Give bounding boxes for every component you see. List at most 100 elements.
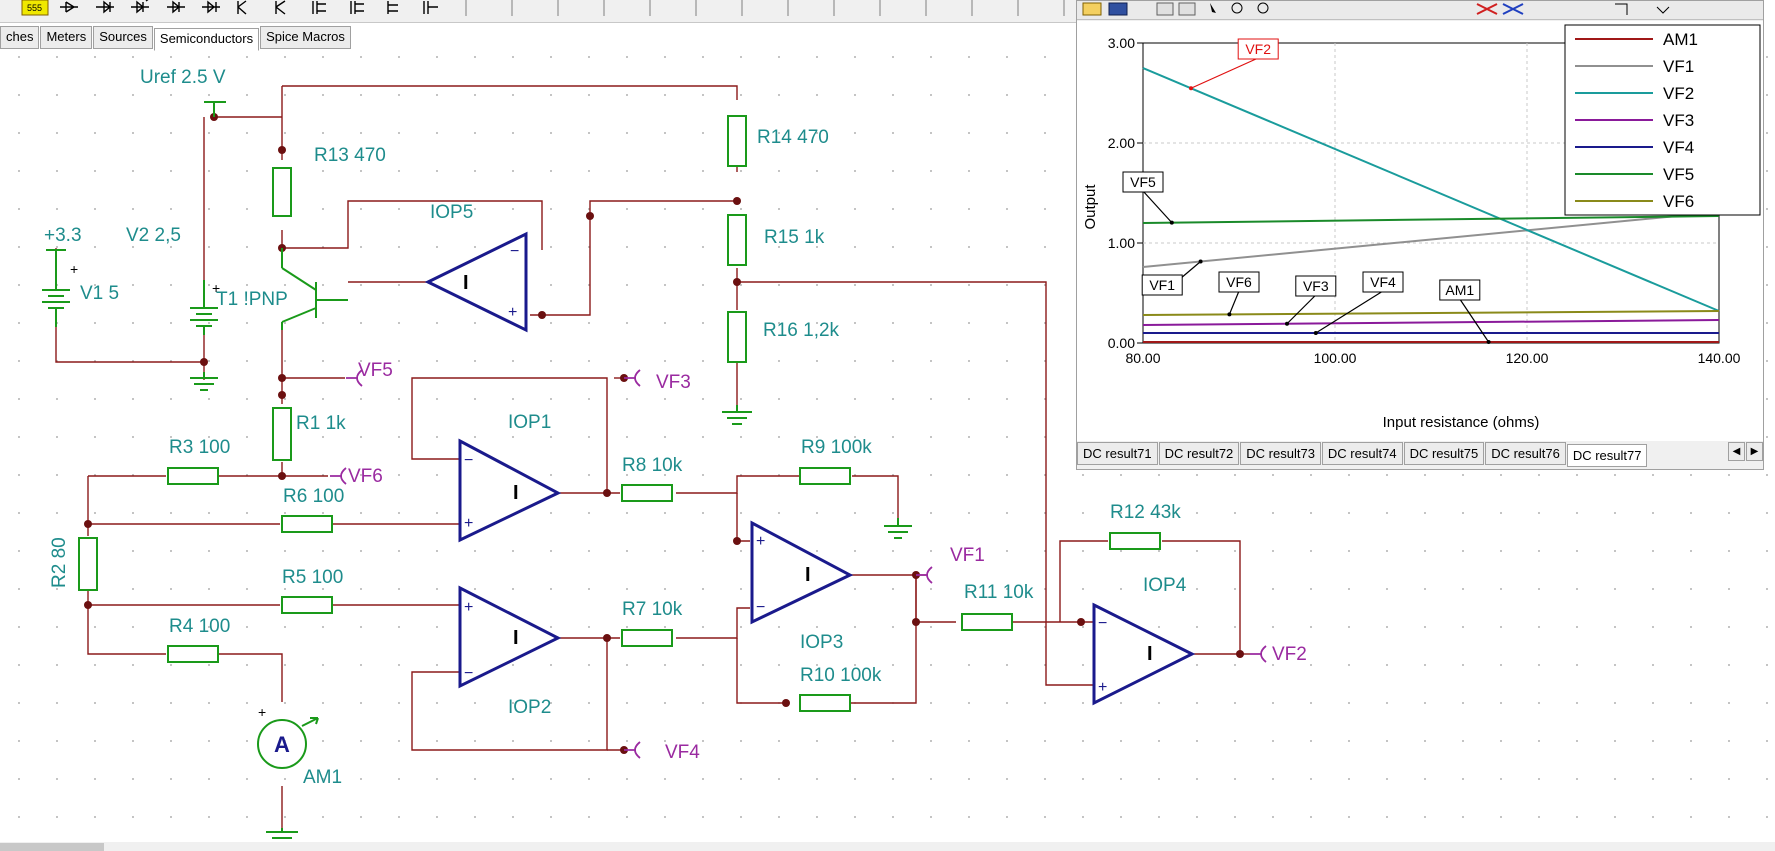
label-iop5: IOP5 [430,202,473,223]
horizontal-scrollbar[interactable] [0,842,1775,851]
x-tick-label: 120.00 [1506,350,1549,366]
cursor-a-icon[interactable] [1476,3,1498,15]
label-r5: R5 100 [282,567,343,588]
scroll-left-icon[interactable] [1615,3,1628,15]
label-am1: AM1 [303,767,342,788]
label-r4: R4 100 [169,616,230,637]
resistor-r11[interactable] [961,613,1013,631]
svg-text:I: I [1147,643,1153,665]
annotation-arrowhead [1198,259,1203,264]
resistor-r5[interactable] [281,596,333,614]
svg-text:+: + [1098,679,1107,696]
plot-panel: 80.00 100.00 120.00 140.00 0.00 1.00 2.00 3.00 … [1077,21,1763,441]
label-iop2: IOP2 [508,697,551,718]
annotation-label-vf4: VF4 [1370,274,1396,290]
resistor-r6[interactable] [281,515,333,533]
label-r12: R12 43k [1110,502,1181,523]
annotation-arrowhead [1313,331,1318,335]
tab-prev-button[interactable]: ◀ [1728,442,1745,461]
zoom-in-icon[interactable] [1231,2,1243,14]
label-r13: R13 470 [314,145,386,166]
paste-icon[interactable] [1178,2,1196,16]
legend-label: VF1 [1663,57,1694,76]
diagram-graph-window[interactable]: 80.00 100.00 120.00 140.00 0.00 1.00 2.00 3.00 … [1076,0,1764,470]
series-line-vf3 [1142,319,1720,326]
net-label-vf3: VF3 [656,372,691,393]
pointer-icon[interactable] [1210,3,1216,13]
resistor-r3[interactable] [167,467,219,485]
label-r7: R7 10k [622,599,683,620]
tab-dc-result72[interactable]: DC result72 [1158,442,1240,465]
zoom-out-icon[interactable] [1257,2,1269,14]
tab-dc-result76[interactable]: DC result76 [1485,442,1566,465]
annotation-leader [1315,290,1384,334]
net-label-vf1: VF1 [950,545,985,566]
label-r14: R14 470 [757,127,829,148]
svg-text:+: + [464,599,473,616]
label-r6: R6 100 [283,486,344,507]
resistor-r7[interactable] [621,629,673,647]
label-uref: Uref 2.5 V [140,67,226,88]
label-v2: V2 2,5 [126,225,181,246]
resistor-r12[interactable] [1109,532,1161,550]
copy-icon[interactable] [1156,2,1174,16]
resistor-r9[interactable] [799,467,851,485]
ammeter-plus: + [258,704,266,720]
resistor-r8[interactable] [621,484,673,502]
legend-label: VF5 [1663,165,1694,184]
y-tick-label: 1.00 [1108,235,1135,251]
resistor-r14[interactable] [727,115,747,167]
tab-dc-result77[interactable]: DC result77 [1566,444,1648,467]
resistor-r16[interactable] [727,311,747,363]
line-chart[interactable]: 80.00 100.00 120.00 140.000.001.002.003.00 … [1077,21,1763,441]
annotation-label-vf5: VF5 [1130,174,1156,190]
svg-text:I: I [513,482,519,504]
resistor-r4[interactable] [167,645,219,663]
svg-text:+: + [508,304,517,321]
legend-label: VF4 [1663,138,1694,157]
tab-dc-result74[interactable]: DC result74 [1321,442,1403,465]
annotation-label-vf2: VF2 [1245,41,1271,57]
resistor-r1[interactable] [272,407,292,461]
tab-next-button[interactable]: ▶ [1746,442,1763,461]
svg-text:−: − [464,452,473,469]
label-r10: R10 100k [800,665,882,686]
annotation-arrowhead [1169,220,1174,225]
resistor-r15[interactable] [727,214,747,266]
save-icon[interactable] [1108,2,1128,16]
label-r2: R2 80 [49,537,70,588]
annotation-leader [1286,294,1317,325]
svg-text:+: + [756,533,765,550]
resistor-r2[interactable] [78,537,98,591]
svg-text:I: I [805,564,811,586]
dropdown-icon[interactable] [1656,6,1670,14]
net-label-vf2: VF2 [1272,644,1307,665]
horizontal-scrollbar-thumb[interactable] [0,843,104,851]
resistor-r10[interactable] [799,694,851,712]
label-r3: R3 100 [169,437,230,458]
tab-dc-result71[interactable]: DC result71 [1077,442,1158,465]
annotation-leader [1142,190,1173,224]
cursor-b-icon[interactable] [1502,3,1524,15]
svg-text:−: − [756,599,765,616]
annotation-label-am1: AM1 [1445,282,1474,298]
annotation-arrowhead [1227,312,1232,317]
annotation-arrowhead [1189,86,1193,91]
tab-spacer [1648,442,1727,466]
svg-text:−: − [1098,615,1107,632]
annotation-label-vf6: VF6 [1226,274,1252,290]
net-label-vf5: VF5 [358,360,393,381]
y-tick-label: 2.00 [1108,135,1135,151]
annotation-label-vf1: VF1 [1149,277,1175,293]
svg-text:I: I [513,627,519,649]
chart-ylabel: Output [1082,184,1099,230]
open-icon[interactable] [1082,2,1102,16]
tab-dc-result75[interactable]: DC result75 [1403,442,1485,465]
tab-dc-result73[interactable]: DC result73 [1240,442,1321,465]
graph-toolbar [1077,1,1763,20]
label-iop3: IOP3 [800,632,843,653]
chart-xlabel: Input resistance (ohms) [1383,414,1540,431]
svg-text:+: + [464,515,473,532]
annotation-label-vf3: VF3 [1303,278,1329,294]
resistor-r13[interactable] [272,167,292,217]
